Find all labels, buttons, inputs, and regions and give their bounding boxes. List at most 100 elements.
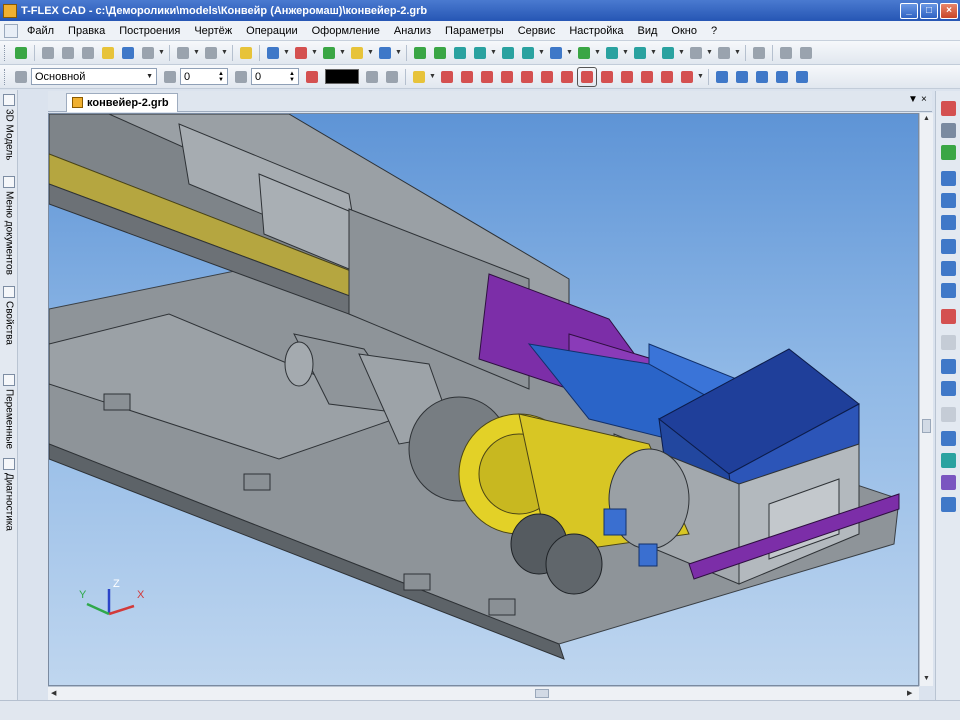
save-icon[interactable] [119, 44, 137, 62]
tab-list-icon[interactable]: ▼ [908, 94, 918, 105]
filter-body-icon[interactable] [498, 68, 516, 86]
level-spinner[interactable]: 0 ▲ ▼ [180, 68, 228, 85]
line-icon[interactable] [320, 44, 338, 62]
edit-pencil-icon[interactable] [237, 44, 255, 62]
layers-icon[interactable] [12, 68, 30, 86]
lcs-icon[interactable] [376, 44, 394, 62]
rotate-body-icon[interactable] [431, 44, 449, 62]
maximize-button[interactable]: □ [920, 2, 938, 19]
workplane-axes-icon[interactable] [348, 44, 366, 62]
loft-icon[interactable] [451, 44, 469, 62]
menu-edit[interactable]: Правка [61, 21, 112, 41]
close-button[interactable]: × [940, 2, 958, 19]
document-menu-icon[interactable] [4, 23, 18, 38]
toolbar-grip[interactable] [4, 44, 7, 61]
hide-icon[interactable] [383, 68, 401, 86]
render-mode-icon[interactable] [941, 309, 956, 324]
select-check-icon[interactable] [941, 145, 956, 160]
menu-view[interactable]: Вид [631, 21, 665, 41]
new-3d-document-icon[interactable] [59, 44, 77, 62]
color-palette-icon[interactable] [303, 68, 321, 86]
filter-profile-icon[interactable] [598, 68, 616, 86]
fragment-icon[interactable] [687, 44, 705, 62]
filter-operation-icon[interactable] [518, 68, 536, 86]
section-icon[interactable] [941, 407, 956, 422]
window-view-icon[interactable] [941, 497, 956, 512]
snap-face-icon[interactable] [753, 68, 771, 86]
zoom-selection-icon[interactable] [941, 283, 956, 298]
menu-annotation[interactable]: Оформление [305, 21, 387, 41]
pan-view-icon[interactable] [941, 123, 956, 138]
filter-loop-icon[interactable] [538, 68, 556, 86]
tab-document-menu[interactable]: Меню документов [1, 176, 17, 275]
scroll-up-icon[interactable]: ▲ [923, 115, 930, 122]
scroll-left-icon[interactable]: ◀ [51, 689, 56, 697]
toolbar-grip[interactable] [4, 68, 7, 85]
paperclip-icon[interactable] [777, 44, 795, 62]
show-hide-icon[interactable] [941, 359, 956, 374]
rotate-view-icon[interactable] [941, 101, 956, 116]
filter-vertex-icon[interactable] [478, 68, 496, 86]
close-tab-icon[interactable]: × [921, 94, 927, 105]
array-icon[interactable] [547, 44, 565, 62]
tab-3d-model[interactable]: 3D Модель [1, 94, 17, 160]
zoom-fit-icon[interactable] [941, 193, 956, 208]
filter-face-icon[interactable] [438, 68, 456, 86]
menu-file[interactable]: Файл [20, 21, 61, 41]
snap-center-icon[interactable] [773, 68, 791, 86]
color-swatch[interactable] [325, 69, 359, 84]
redo-icon[interactable] [202, 44, 220, 62]
print-icon[interactable] [139, 44, 157, 62]
boolean-icon[interactable] [499, 44, 517, 62]
menu-help[interactable]: ? [704, 21, 724, 41]
surface-icon[interactable] [631, 44, 649, 62]
zoom-all-icon[interactable] [941, 261, 956, 276]
minimize-button[interactable]: _ [900, 2, 918, 19]
isometric-view-icon[interactable] [941, 453, 956, 468]
zoom-window-icon[interactable] [941, 215, 956, 230]
dimension-icon[interactable] [715, 44, 733, 62]
sheet-metal-icon[interactable] [603, 44, 621, 62]
new-document-icon[interactable] [39, 44, 57, 62]
new-assembly-icon[interactable] [79, 44, 97, 62]
tab-diagnostics[interactable]: Диагностика [1, 458, 17, 531]
paint-icon[interactable] [941, 475, 956, 490]
calculator-icon[interactable] [750, 44, 768, 62]
filter-fragment-icon[interactable] [577, 66, 597, 87]
menu-construct[interactable]: Построения [112, 21, 187, 41]
filter-axis-icon[interactable] [558, 68, 576, 86]
scroll-down-icon[interactable]: ▼ [923, 675, 930, 682]
shell-icon[interactable] [659, 44, 677, 62]
menu-drawing[interactable]: Чертёж [187, 21, 239, 41]
filter-edge-icon[interactable] [458, 68, 476, 86]
filter-lcs-icon[interactable] [678, 68, 696, 86]
zoom-in-icon[interactable] [941, 171, 956, 186]
grid-icon[interactable] [264, 44, 282, 62]
document-tab[interactable]: конвейер-2.grb [66, 93, 178, 112]
sweep-icon[interactable] [471, 44, 489, 62]
3d-viewport[interactable]: Z X Y [48, 113, 919, 686]
filter-node-icon[interactable] [638, 68, 656, 86]
more-tools-icon[interactable] [797, 44, 815, 62]
horizontal-scrollbar[interactable]: ◀ ▶ [48, 686, 919, 700]
menu-service[interactable]: Сервис [511, 21, 563, 41]
horizontal-scroll-thumb[interactable] [535, 689, 549, 698]
node-icon[interactable] [292, 44, 310, 62]
menu-operations[interactable]: Операции [239, 21, 304, 41]
smooth-icon[interactable] [519, 44, 537, 62]
tab-variables[interactable]: Переменные [1, 374, 17, 449]
vertical-scroll-thumb[interactable] [922, 419, 931, 433]
conveyor-model[interactable]: Z X Y [49, 114, 919, 686]
show-all-icon[interactable] [941, 381, 956, 396]
zoom-previous-icon[interactable] [941, 239, 956, 254]
snap-edge-icon[interactable] [733, 68, 751, 86]
menu-window[interactable]: Окно [664, 21, 704, 41]
snap-more-icon[interactable] [793, 68, 811, 86]
undo-icon[interactable] [174, 44, 192, 62]
scroll-right-icon[interactable]: ▶ [907, 689, 912, 697]
snap-node-icon[interactable] [713, 68, 731, 86]
layer-combo[interactable]: Основной ▼ [31, 68, 157, 85]
priority-spinner[interactable]: 0 ▲ ▼ [251, 68, 299, 85]
clipboard-icon[interactable] [941, 335, 956, 350]
confirm-icon[interactable] [12, 44, 30, 62]
